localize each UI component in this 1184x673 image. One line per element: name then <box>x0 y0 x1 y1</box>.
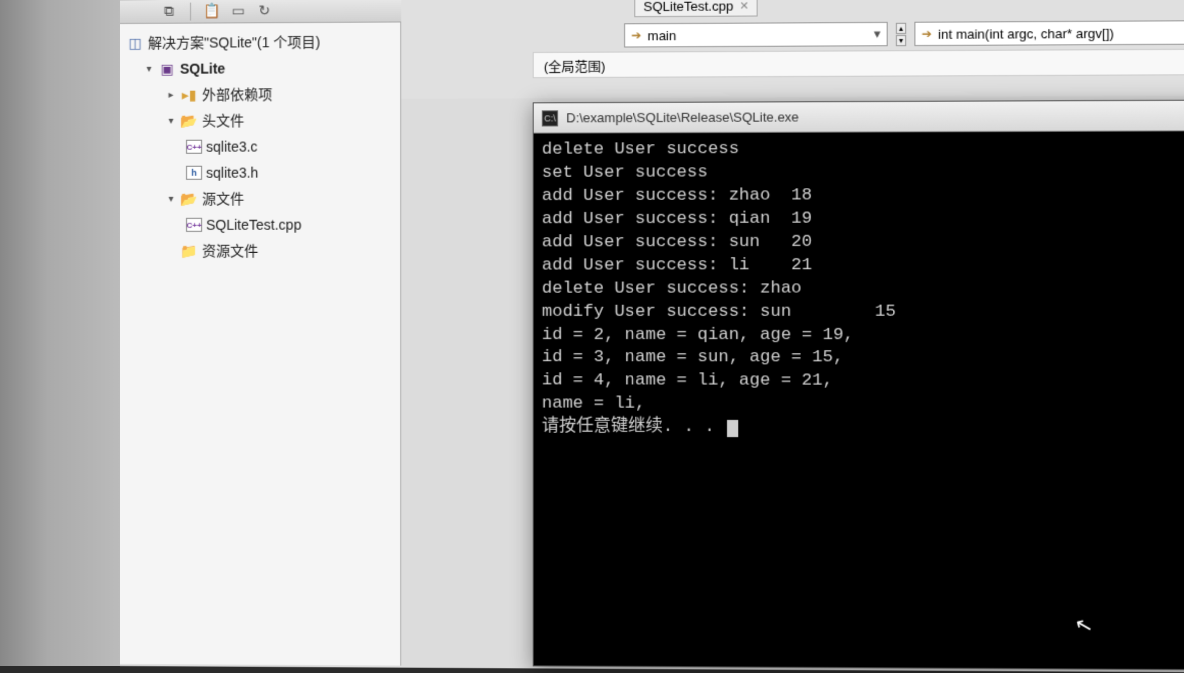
console-titlebar[interactable]: C:\ D:\example\SQLite\Release\SQLite.exe <box>534 100 1184 133</box>
sources-label: 源文件 <box>202 189 244 209</box>
folder-open-icon: 📂 <box>180 112 198 130</box>
console-output: delete User success set User success add… <box>534 131 1184 448</box>
desk-background <box>0 0 120 666</box>
console-line: delete User success <box>542 140 739 160</box>
chevron-down-icon: ▾ <box>874 26 881 42</box>
external-deps-node[interactable]: ▸ ▸▮ 外部依赖项 <box>120 81 400 108</box>
scope-dropdown[interactable]: ➔ main ▾ <box>624 22 888 48</box>
chevron-right-icon[interactable]: ▸ <box>164 88 178 102</box>
sources-node[interactable]: ▾ 📂 源文件 <box>120 185 400 212</box>
project-label: SQLite <box>180 61 225 77</box>
folder-icon: 📁 <box>180 242 198 260</box>
console-line: add User success: sun 20 <box>542 233 812 253</box>
console-line: name = li, <box>542 395 646 414</box>
nav-stepper[interactable]: ▴ ▾ <box>896 22 906 45</box>
console-window: C:\ D:\example\SQLite\Release\SQLite.exe… <box>533 99 1184 671</box>
solution-root[interactable]: ◫ 解决方案"SQLite"(1 个项目) <box>120 29 400 56</box>
folder-open-icon: 📂 <box>180 190 198 208</box>
headers-label: 头文件 <box>202 111 244 131</box>
console-line: id = 4, name = li, age = 21, <box>542 372 833 391</box>
scope-bar-label: (全局范围) <box>544 55 606 74</box>
console-line: add User success: li 21 <box>542 256 812 276</box>
scope-bar[interactable]: (全局范围) <box>533 49 1184 78</box>
resources-node[interactable]: 📁 资源文件 <box>120 238 400 264</box>
windows-icon[interactable]: ▭ <box>229 2 247 20</box>
stepper-down-icon[interactable]: ▾ <box>896 34 906 45</box>
file-label: SQLiteTest.cpp <box>206 217 301 233</box>
cpp-file-icon: C++ <box>186 218 202 232</box>
chevron-down-icon[interactable]: ▾ <box>164 192 178 206</box>
console-line: id = 2, name = qian, age = 19, <box>542 325 854 344</box>
function-dropdown[interactable]: ➔ int main(int argc, char* argv[]) <box>914 20 1184 46</box>
resources-label: 资源文件 <box>202 241 258 261</box>
solution-icon: ◫ <box>126 34 144 52</box>
arrow-icon: ➔ <box>631 28 641 42</box>
console-line: add User success: qian 19 <box>542 209 812 229</box>
file-label: sqlite3.h <box>206 165 258 181</box>
solution-label: 解决方案"SQLite"(1 个项目) <box>148 32 320 53</box>
cursor <box>727 420 738 437</box>
external-deps-label: 外部依赖项 <box>202 84 272 104</box>
console-line: add User success: zhao 18 <box>542 186 812 206</box>
file-node[interactable]: h sqlite3.h <box>120 159 400 186</box>
expander-empty <box>164 244 178 258</box>
file-tab[interactable]: SQLiteTest.cpp ✕ <box>634 0 758 17</box>
navigation-bar: ➔ main ▾ ▴ ▾ ➔ int main(int argc, char* … <box>624 18 1184 49</box>
console-line: id = 3, name = sun, age = 15, <box>542 349 844 368</box>
scope-value: main <box>648 28 677 43</box>
console-icon: C:\ <box>542 110 558 126</box>
paste-icon[interactable]: 📋 <box>203 2 221 20</box>
console-title: D:\example\SQLite\Release\SQLite.exe <box>566 109 799 125</box>
refresh-icon[interactable]: ↻ <box>255 2 273 20</box>
toolbar-separator <box>190 2 191 20</box>
arrow-icon: ➔ <box>922 27 932 41</box>
file-label: sqlite3.c <box>206 139 258 155</box>
console-line: 请按任意键继续. . . <box>542 418 725 437</box>
h-file-icon: h <box>186 166 202 180</box>
ide-window: ⧉ 📋 ▭ ↻ ◫ 解决方案"SQLite"(1 个项目) ▾ ▣ SQLite… <box>120 0 1184 672</box>
chevron-down-icon[interactable]: ▾ <box>142 62 156 76</box>
headers-node[interactable]: ▾ 📂 头文件 <box>120 107 400 134</box>
file-node[interactable]: C++ sqlite3.c <box>120 133 400 160</box>
editor-header: SQLiteTest.cpp ✕ ➔ main ▾ ▴ ▾ ➔ int main… <box>401 0 1184 99</box>
function-value: int main(int argc, char* argv[]) <box>938 25 1114 41</box>
console-line: delete User success: zhao <box>542 279 802 298</box>
project-node[interactable]: ▾ ▣ SQLite <box>120 55 400 82</box>
close-icon[interactable]: ✕ <box>739 0 748 12</box>
folder-icon: ▸▮ <box>180 86 198 104</box>
cpp-file-icon: C++ <box>186 140 202 154</box>
chevron-down-icon[interactable]: ▾ <box>164 114 178 128</box>
tab-label: SQLiteTest.cpp <box>643 0 733 14</box>
solution-explorer: ◫ 解决方案"SQLite"(1 个项目) ▾ ▣ SQLite ▸ ▸▮ 外部… <box>120 22 401 665</box>
stepper-up-icon[interactable]: ▴ <box>896 22 906 33</box>
console-line: modify User success: sun 15 <box>542 302 896 321</box>
copy-icon[interactable]: ⧉ <box>160 2 178 20</box>
project-icon: ▣ <box>158 60 176 78</box>
console-line: set User success <box>542 163 708 183</box>
file-node[interactable]: C++ SQLiteTest.cpp <box>120 211 400 238</box>
